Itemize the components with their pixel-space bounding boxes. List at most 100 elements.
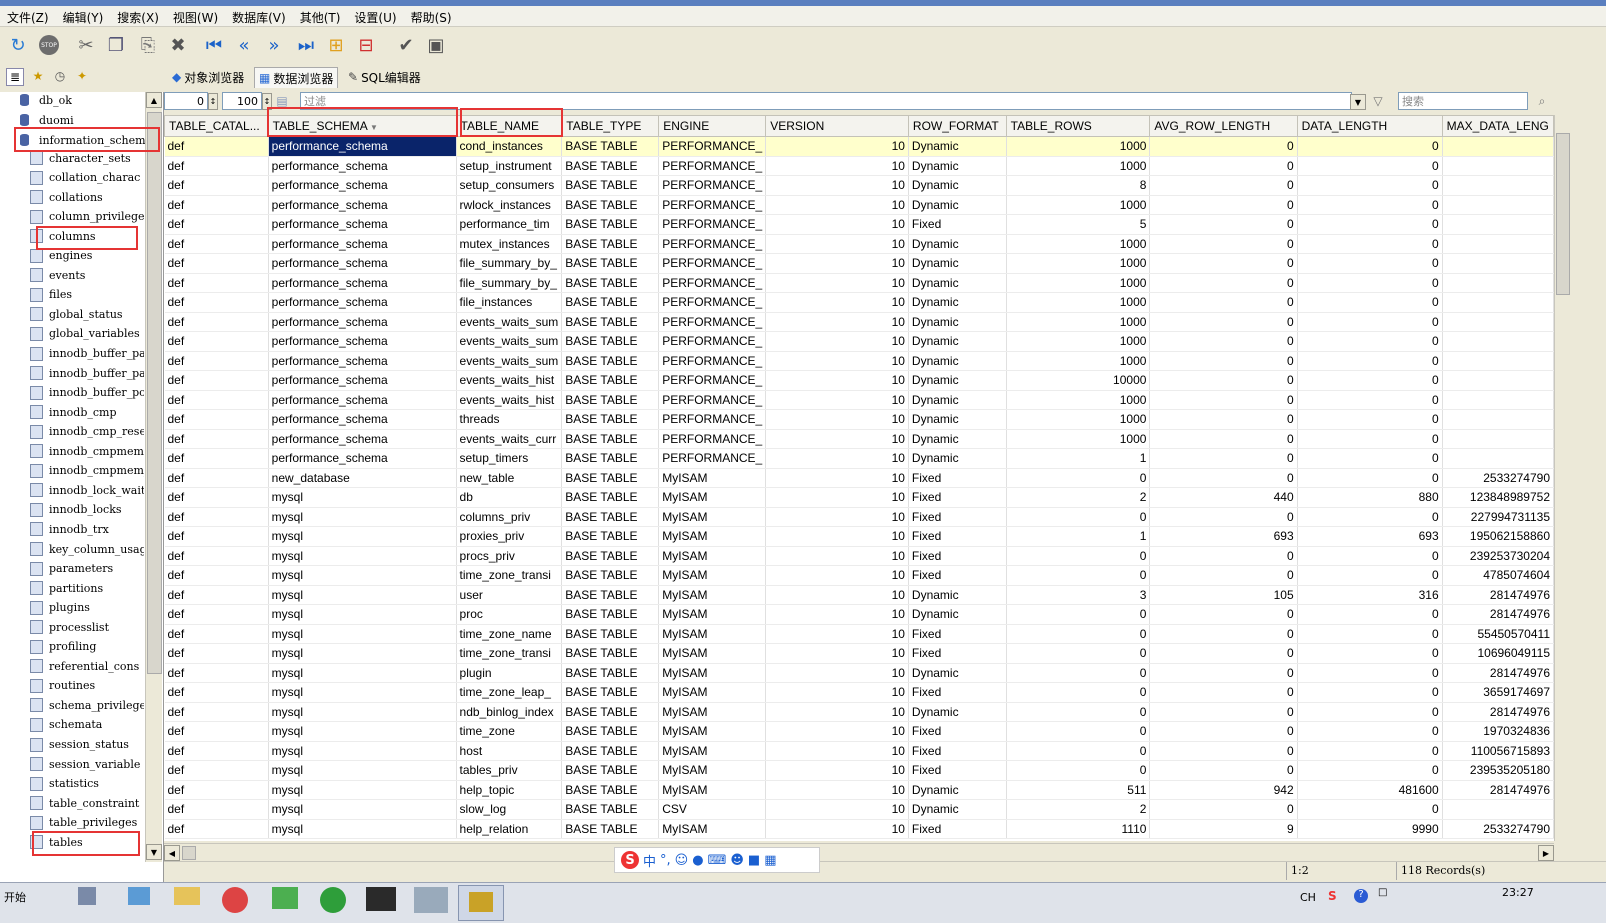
table-cell[interactable]: 0	[1149, 409, 1298, 430]
table-cell[interactable]	[1442, 409, 1554, 430]
table-cell[interactable]: 1000	[1006, 351, 1151, 371]
table-cell[interactable]: columns_priv	[456, 507, 563, 527]
table-row[interactable]: def mysql host BASE TABLE MyISAM 10 Fixed 0 0 0 11…	[164, 741, 1554, 761]
table-cell[interactable]: mysql	[268, 741, 457, 761]
table-row[interactable]: def performance_schema events_waits_sum BAS…	[164, 312, 1554, 332]
first-record-icon[interactable]: ⏮	[202, 33, 226, 57]
table-row[interactable]: def mysql time_zone_leap_ BASE TABLE MyISAM 1…	[164, 682, 1554, 703]
filter-input[interactable]: 过滤	[300, 92, 1352, 110]
offset-input[interactable]: 0	[164, 92, 208, 110]
table-cell[interactable]: 55450570411	[1442, 624, 1554, 644]
table-cell[interactable]: 9990	[1297, 819, 1443, 839]
table-cell[interactable]: user	[456, 585, 563, 605]
table-cell[interactable]: MyISAM	[658, 819, 767, 839]
table-cell[interactable]: time_zone_transi	[456, 565, 563, 586]
table-cell[interactable]: def	[164, 702, 269, 722]
table-cell[interactable]	[1442, 351, 1554, 371]
table-cell[interactable]: BASE TABLE	[561, 331, 660, 352]
menu-item[interactable]: 文件(Z)	[0, 6, 56, 26]
tree-table-item[interactable]: innodb_lock_wait	[30, 480, 144, 500]
table-cell[interactable]	[1442, 175, 1554, 196]
stop-icon[interactable]: STOP	[37, 33, 61, 57]
table-cell[interactable]: Fixed	[908, 487, 1007, 508]
table-cell[interactable]: def	[164, 799, 269, 820]
table-cell[interactable]: Fixed	[908, 507, 1007, 527]
table-cell[interactable]: Dynamic	[908, 175, 1007, 196]
menu-item[interactable]: 编辑(Y)	[56, 6, 111, 26]
table-cell[interactable]: def	[164, 526, 269, 547]
table-cell[interactable]: 0	[1297, 702, 1443, 722]
table-row[interactable]: def performance_schema cond_instances BASE …	[164, 136, 1554, 157]
table-cell[interactable]: Dynamic	[908, 312, 1007, 332]
table-cell[interactable]: mutex_instances	[456, 234, 563, 254]
table-cell[interactable]: time_zone_name	[456, 624, 563, 644]
table-cell[interactable]: 10	[765, 292, 909, 313]
table-cell[interactable]: 0	[1297, 643, 1443, 664]
tree-table-item[interactable]: innodb_locks	[30, 500, 144, 520]
table-cell[interactable]: 0	[1297, 370, 1443, 391]
table-cell[interactable]: 239253730204	[1442, 546, 1554, 566]
table-cell[interactable]: BASE TABLE	[561, 702, 660, 722]
horizontal-scroll-thumb[interactable]	[182, 846, 196, 860]
table-cell[interactable]: MyISAM	[658, 585, 767, 605]
menu-item[interactable]: 搜索(X)	[110, 6, 166, 26]
app-icon-window[interactable]	[414, 887, 448, 913]
table-cell[interactable]: BASE TABLE	[561, 604, 660, 625]
table-cell[interactable]: 10	[765, 136, 909, 157]
table-cell[interactable]: tables_priv	[456, 760, 563, 781]
next-record-icon[interactable]: »	[262, 33, 286, 57]
table-cell[interactable]: performance_schema	[268, 312, 457, 332]
table-cell[interactable]	[1442, 136, 1554, 157]
table-cell[interactable]: 10	[765, 273, 909, 293]
table-row[interactable]: def mysql tables_priv BASE TABLE MyISAM 10 Fix…	[164, 760, 1554, 781]
table-cell[interactable]: def	[164, 429, 269, 449]
table-cell[interactable]: MyISAM	[658, 741, 767, 761]
table-cell[interactable]: MyISAM	[658, 643, 767, 664]
table-cell[interactable]: 281474976	[1442, 780, 1554, 800]
table-cell[interactable]: Fixed	[908, 682, 1007, 703]
table-cell[interactable]: 0	[1149, 468, 1298, 488]
table-cell[interactable]: BASE TABLE	[561, 624, 660, 644]
sqlyog-taskbar-button[interactable]	[458, 885, 504, 921]
table-cell[interactable]: 0	[1149, 156, 1298, 176]
table-cell[interactable]: ndb_binlog_index	[456, 702, 563, 722]
table-row[interactable]: def performance_schema events_waits_hist BA…	[164, 370, 1554, 391]
table-cell[interactable]: 0	[1297, 409, 1443, 430]
table-cell[interactable]: def	[164, 214, 269, 235]
table-row[interactable]: def mysql time_zone_name BASE TABLE MyISAM 10…	[164, 624, 1554, 644]
scroll-left-icon[interactable]: ◀	[164, 845, 180, 861]
table-cell[interactable]: BASE TABLE	[561, 507, 660, 527]
table-cell[interactable]: events_waits_hist	[456, 370, 563, 391]
table-row[interactable]: def mysql time_zone_transi BASE TABLE MyISAM…	[164, 565, 1554, 586]
table-cell[interactable]: performance_schema	[268, 429, 457, 449]
table-cell[interactable]: 0	[1149, 331, 1298, 352]
table-cell[interactable]: events_waits_sum	[456, 331, 563, 352]
table-cell[interactable]: performance_schema	[268, 253, 457, 274]
table-cell[interactable]: 316	[1297, 585, 1443, 605]
table-cell[interactable]: Dynamic	[908, 351, 1007, 371]
table-cell[interactable]: 9	[1149, 819, 1298, 839]
table-cell[interactable]: 1	[1006, 526, 1151, 547]
table-cell[interactable]: BASE TABLE	[561, 526, 660, 547]
table-cell[interactable]: BASE TABLE	[561, 370, 660, 391]
table-cell[interactable]: BASE TABLE	[561, 468, 660, 488]
table-cell[interactable]	[1442, 253, 1554, 274]
table-cell[interactable]: def	[164, 487, 269, 508]
explorer-icon[interactable]	[174, 887, 200, 905]
table-cell[interactable]: 511	[1006, 780, 1151, 800]
table-cell[interactable]: 10	[765, 702, 909, 722]
table-cell[interactable]: MyISAM	[658, 487, 767, 508]
table-cell[interactable]: Dynamic	[908, 234, 1007, 254]
tree-table-item[interactable]: collation_charac	[30, 168, 144, 188]
table-cell[interactable]: 10	[765, 546, 909, 566]
snippets-icon[interactable]: ✦	[74, 68, 90, 84]
table-cell[interactable]: 0	[1149, 234, 1298, 254]
table-cell[interactable]: PERFORMANCE_	[658, 351, 767, 371]
table-cell[interactable]: def	[164, 721, 269, 742]
language-indicator[interactable]: CH	[1300, 891, 1316, 904]
table-cell[interactable]: 10	[765, 195, 909, 215]
table-cell[interactable]: 481600	[1297, 780, 1443, 800]
table-row[interactable]: def performance_schema rwlock_instances BAS…	[164, 195, 1554, 215]
menu-item[interactable]: 视图(W)	[166, 6, 225, 26]
table-row[interactable]: def performance_schema setup_consumers BASE…	[164, 175, 1554, 196]
